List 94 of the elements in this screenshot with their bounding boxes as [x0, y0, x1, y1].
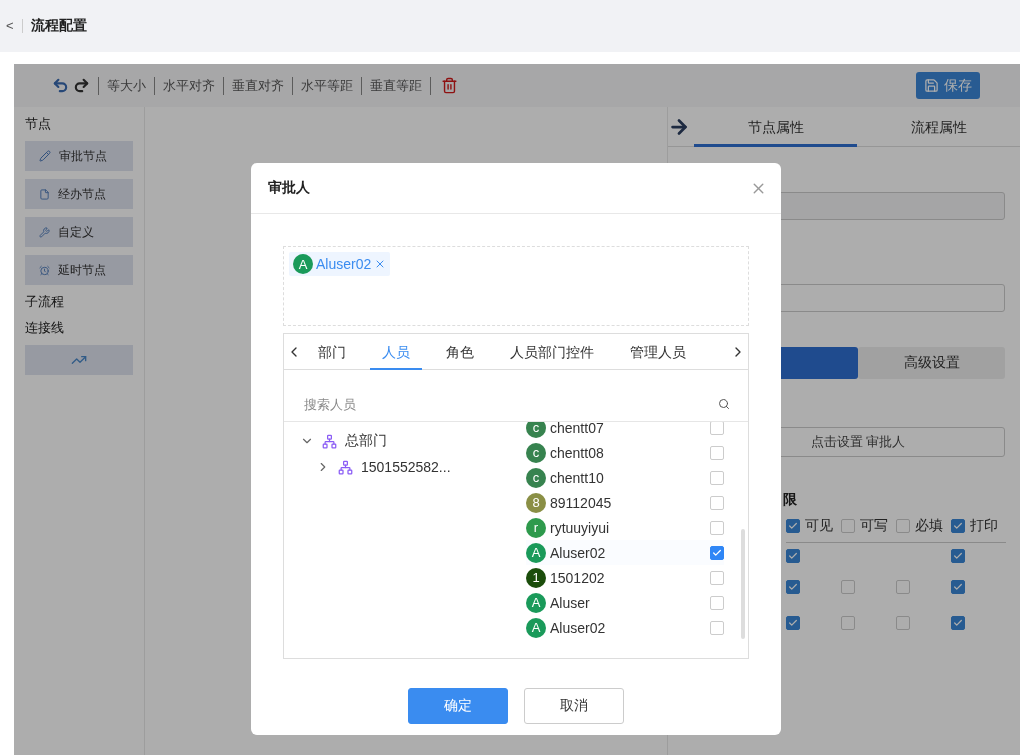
toolbar-button[interactable]: 等大小 — [98, 76, 154, 95]
node-palette-item[interactable]: 经办节点 — [25, 179, 133, 209]
undo-icon[interactable] — [52, 77, 69, 94]
checkbox-label: 可写 — [860, 516, 888, 535]
person-name[interactable]: 1501202 — [550, 569, 706, 586]
person-name[interactable]: chentt07 — [550, 422, 706, 436]
checkbox[interactable] — [896, 616, 910, 630]
checkbox[interactable] — [841, 580, 855, 594]
checkbox-label: 打印 — [970, 516, 998, 535]
check-icon — [953, 582, 963, 592]
person-name[interactable]: Aluser02 — [550, 619, 706, 636]
toolbar-button[interactable]: 垂直对齐 — [223, 76, 292, 95]
selected-user-tag[interactable]: A Aluser02 — [289, 252, 391, 276]
checkbox[interactable] — [786, 580, 800, 594]
checkbox[interactable] — [710, 495, 724, 510]
toolbar-button[interactable]: 垂直等距 — [361, 76, 430, 95]
avatar: r — [526, 517, 546, 538]
check-icon — [788, 551, 798, 561]
checkbox[interactable] — [710, 620, 724, 635]
property-tab[interactable]: 流程属性 — [857, 106, 1020, 147]
trash-icon[interactable] — [441, 76, 458, 95]
section-title: 节点 — [25, 115, 52, 133]
node-palette-item[interactable]: 自定义 — [25, 217, 133, 247]
person-name[interactable]: 89112045 — [550, 494, 706, 511]
avatar: c — [526, 442, 546, 463]
person-name[interactable]: chentt10 — [550, 469, 706, 486]
person-name[interactable]: rytuuyiyui — [550, 519, 706, 536]
check-icon — [788, 520, 798, 531]
back-button[interactable]: < — [6, 19, 23, 33]
section-title: 连接线 — [25, 319, 65, 337]
person-name[interactable]: Aluser — [550, 594, 706, 611]
picker-tab[interactable]: 人员部门控件 — [498, 333, 606, 370]
section-title: 子流程 — [25, 293, 65, 311]
node-palette-item[interactable]: 延时节点 — [25, 255, 133, 285]
dialog-title: 审批人 — [268, 179, 310, 197]
avatar: c — [526, 422, 546, 438]
checkbox[interactable] — [710, 570, 724, 585]
checkbox[interactable] — [841, 616, 855, 630]
checkbox[interactable] — [841, 518, 855, 533]
tree-item[interactable]: 1501552582... — [361, 459, 451, 475]
avatar: c — [526, 467, 546, 488]
checkbox[interactable] — [786, 518, 800, 533]
redo-icon[interactable] — [73, 77, 90, 94]
org-chart-icon — [338, 459, 353, 475]
check-icon — [788, 582, 798, 592]
check-icon — [953, 551, 963, 561]
checkbox[interactable] — [710, 520, 724, 535]
checkbox[interactable] — [896, 518, 910, 533]
check-icon — [953, 520, 963, 531]
avatar: A — [526, 617, 546, 638]
clock-icon — [39, 264, 50, 276]
picker-tab[interactable]: 部门 — [306, 333, 358, 370]
avatar: A — [526, 592, 546, 613]
checkbox-label: 可见 — [805, 516, 833, 535]
segment-button[interactable]: 高级设置 — [858, 347, 1005, 379]
pencil-icon — [39, 150, 51, 162]
tree-item[interactable]: 总部门 — [345, 432, 387, 450]
checkbox[interactable] — [951, 580, 965, 594]
check-icon — [953, 618, 963, 628]
checkbox-label: 必填 — [915, 516, 943, 535]
picker-tab[interactable]: 管理人员 — [618, 333, 698, 370]
property-tab[interactable]: 节点属性 — [694, 106, 857, 147]
checkbox[interactable] — [951, 518, 965, 533]
toolbar-button[interactable]: 水平等距 — [292, 76, 361, 95]
checkbox[interactable] — [710, 595, 724, 610]
checkbox[interactable] — [710, 470, 724, 485]
check-icon — [712, 547, 722, 558]
cancel-button[interactable]: 取消 — [524, 688, 624, 724]
person-name[interactable]: chentt08 — [550, 444, 706, 461]
checkbox[interactable] — [896, 580, 910, 594]
picker-tab[interactable]: 人员 — [370, 333, 422, 370]
person-name[interactable]: Aluser02 — [550, 544, 706, 561]
checkbox[interactable] — [951, 549, 965, 563]
avatar: 8 — [526, 492, 546, 513]
checkbox[interactable] — [951, 616, 965, 630]
check-icon — [788, 618, 798, 628]
wrench-icon — [39, 226, 50, 238]
checkbox[interactable] — [710, 545, 724, 560]
file-icon — [39, 188, 50, 200]
checkbox[interactable] — [710, 445, 724, 460]
checkbox[interactable] — [786, 549, 800, 563]
avatar: A — [293, 254, 313, 274]
picker-tab[interactable]: 角色 — [434, 333, 486, 370]
checkbox[interactable] — [710, 422, 724, 435]
avatar: A — [526, 542, 546, 563]
node-palette-item[interactable]: 审批节点 — [25, 141, 133, 171]
section-title: 限 — [783, 491, 798, 509]
checkbox[interactable] — [786, 616, 800, 630]
toolbar-button[interactable]: 水平对齐 — [154, 76, 223, 95]
search-icon[interactable] — [718, 398, 730, 410]
page-title: 流程配置 — [30, 17, 87, 35]
org-chart-icon — [322, 433, 337, 449]
scrollbar[interactable] — [741, 529, 745, 639]
avatar: 1 — [526, 567, 546, 588]
